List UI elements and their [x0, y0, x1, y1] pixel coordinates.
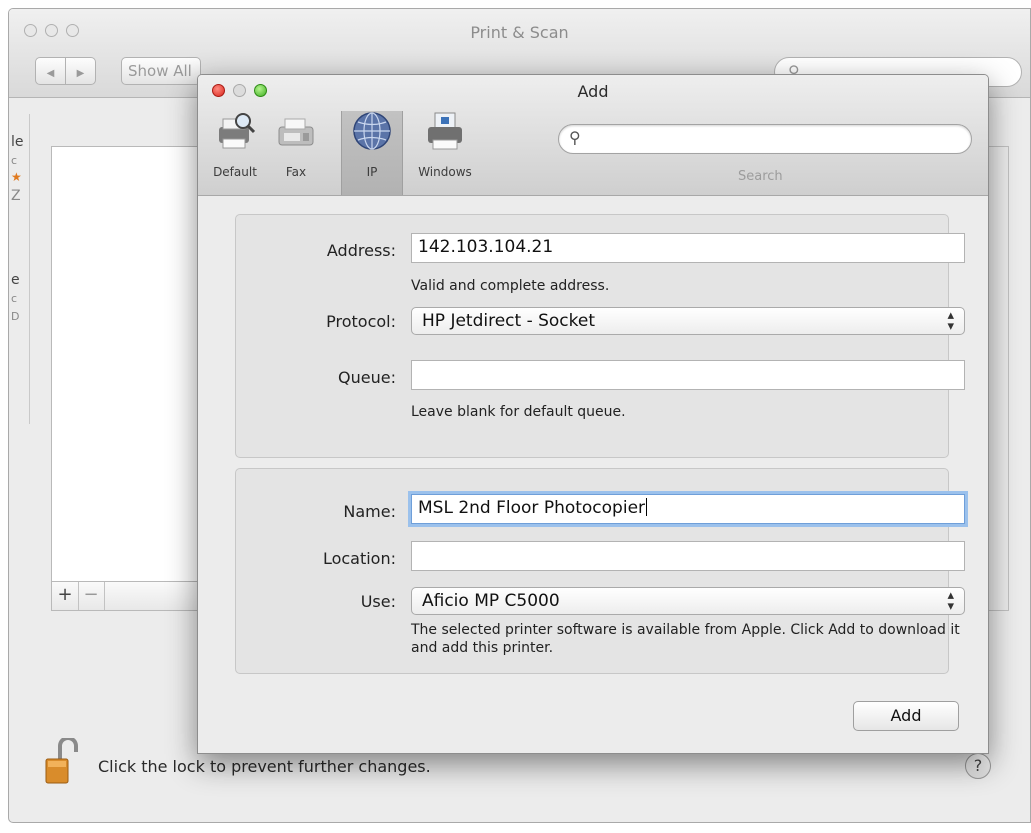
queue-hint-text: Leave blank for default queue.: [411, 404, 626, 420]
connection-settings-group: Address: 142.103.104.21 Valid and comple…: [235, 214, 965, 458]
text-cursor: [646, 498, 648, 516]
back-button[interactable]: ◀: [35, 57, 66, 85]
protocol-popup[interactable]: HP Jetdirect - Socket ▴ ▾: [411, 307, 965, 335]
forward-button[interactable]: ▶: [65, 57, 96, 85]
toolbar-fax[interactable]: Fax: [272, 107, 320, 187]
printer-search-field[interactable]: ⚲: [558, 124, 972, 154]
location-label: Location:: [322, 549, 396, 568]
add-dialog-toolbar: Add Default Fax IP Windows ⚲ Search: [198, 75, 988, 196]
remove-printer-button[interactable]: −: [78, 582, 105, 610]
sidebar-text-fragment: c: [11, 154, 18, 167]
search-icon: ⚲: [569, 128, 581, 147]
add-button[interactable]: Add: [853, 701, 959, 731]
address-status-text: Valid and complete address.: [411, 278, 610, 294]
printer-list-sidebar-fragment: le c ★ Z e c D: [9, 114, 30, 424]
driver-availability-note: The selected printer software is availab…: [411, 622, 960, 656]
help-button[interactable]: ?: [965, 753, 991, 779]
printer-search-icon: [219, 113, 256, 149]
help-icon: ?: [973, 756, 983, 775]
add-printer-button[interactable]: +: [52, 582, 79, 610]
use-driver-value: Aficio MP C5000: [422, 591, 560, 611]
globe-icon: [353, 112, 391, 150]
sidebar-text-fragment: le: [11, 134, 24, 150]
star-icon: ★: [11, 170, 22, 184]
window-title: Print & Scan: [470, 23, 569, 42]
use-driver-popup[interactable]: Aficio MP C5000 ▴ ▾: [411, 587, 965, 615]
printer-info-group: Name: MSL 2nd Floor Photocopier Location…: [235, 468, 965, 674]
queue-label: Queue:: [338, 368, 396, 387]
windows-printer-icon: [428, 112, 462, 150]
toolbar-default[interactable]: Default: [204, 107, 266, 187]
dialog-title: Add: [577, 82, 609, 101]
printer-details-panel: [989, 146, 1009, 611]
toolbar-label: Windows: [418, 165, 472, 179]
toolbar-label: Default: [213, 165, 257, 179]
name-value: MSL 2nd Floor Photocopier: [418, 498, 646, 518]
updown-chevron-icon: ▴ ▾: [947, 588, 954, 614]
show-all-button[interactable]: Show All: [121, 57, 201, 85]
name-field[interactable]: MSL 2nd Floor Photocopier: [411, 494, 965, 524]
minus-icon: −: [83, 584, 99, 605]
printers-list-buttons: + −: [51, 581, 205, 611]
lock-status-text: Click the lock to prevent further change…: [98, 757, 431, 776]
back-arrow-icon: ◀: [46, 68, 55, 79]
address-field[interactable]: 142.103.104.21: [411, 233, 965, 263]
toolbar-ip[interactable]: IP: [341, 111, 403, 195]
name-label: Name:: [343, 502, 396, 521]
sidebar-text-fragment: e: [11, 272, 20, 288]
updown-chevron-icon: ▴ ▾: [947, 308, 954, 334]
location-field[interactable]: [411, 541, 965, 571]
protocol-value: HP Jetdirect - Socket: [422, 311, 596, 331]
protocol-label: Protocol:: [326, 312, 396, 331]
search-label: Search: [738, 169, 783, 184]
address-label: Address:: [326, 241, 396, 260]
forward-arrow-icon: ▶: [76, 68, 85, 79]
sidebar-text-fragment: c: [11, 292, 18, 305]
use-label: Use:: [360, 592, 396, 611]
add-printer-dialog: Add Default Fax IP Windows ⚲ Search Addr…: [197, 74, 989, 754]
sidebar-text-fragment: D: [11, 310, 20, 323]
toolbar-label: Fax: [285, 165, 307, 179]
printers-list[interactable]: [51, 146, 205, 581]
toolbar-label: IP: [366, 165, 378, 179]
sidebar-text-fragment: Z: [11, 188, 21, 204]
fax-icon: [278, 118, 314, 146]
toolbar-windows[interactable]: Windows: [406, 107, 484, 187]
queue-field[interactable]: [411, 360, 965, 390]
plus-icon: +: [57, 584, 73, 605]
lock-icon[interactable]: [44, 738, 78, 786]
show-all-label: Show All: [128, 62, 192, 80]
